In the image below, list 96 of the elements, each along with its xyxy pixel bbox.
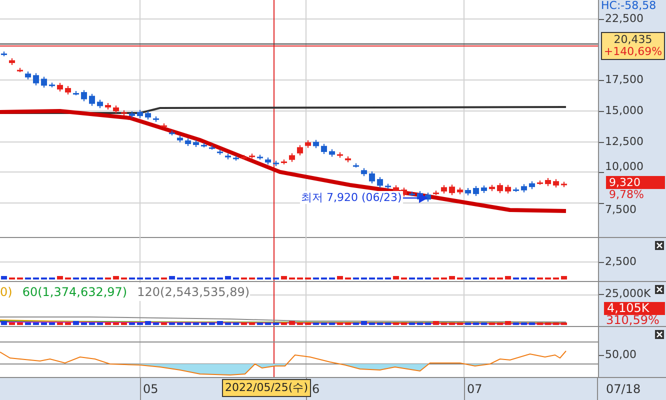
candlestick xyxy=(465,187,471,196)
candlestick xyxy=(41,76,47,88)
candlestick xyxy=(545,178,551,187)
axis-label: 22,500 xyxy=(605,12,644,26)
candlestick xyxy=(353,162,359,168)
axis-label: 17,500 xyxy=(605,73,644,87)
candlestick xyxy=(201,142,207,148)
candlestick xyxy=(89,93,95,106)
candlestick xyxy=(409,191,415,197)
candlestick xyxy=(1,51,7,57)
candlestick xyxy=(385,183,391,190)
candlestick xyxy=(9,58,15,66)
moving-average-legend: 60(1,374,632,97) xyxy=(22,283,128,301)
moving-average-legend: 0) xyxy=(0,283,12,301)
axis-label: 2,500 xyxy=(605,255,636,269)
candlestick xyxy=(361,168,367,177)
candlestick xyxy=(505,184,511,194)
candlestick xyxy=(481,184,487,194)
candlestick xyxy=(81,90,87,102)
candlestick xyxy=(161,122,167,128)
candlestick xyxy=(337,152,343,158)
candlestick xyxy=(25,71,31,80)
last-volume-tag: 4,105K xyxy=(604,302,665,315)
candlestick xyxy=(553,178,559,188)
candlestick xyxy=(209,144,215,150)
indicator-header: HC:-58,58 xyxy=(601,0,656,12)
candlestick xyxy=(377,176,383,188)
axis-label: 15,000 xyxy=(605,104,644,118)
candlestick xyxy=(489,184,495,192)
candlestick xyxy=(249,153,255,159)
high-price: 20,435 xyxy=(614,34,652,46)
last-price-tag: 9,320 xyxy=(606,176,665,189)
candlestick xyxy=(233,155,239,162)
candlestick xyxy=(289,152,295,162)
candlestick xyxy=(313,139,319,149)
candlestick xyxy=(529,180,535,190)
candlestick xyxy=(273,160,279,167)
high-change: +140,69% xyxy=(604,46,662,58)
candlestick xyxy=(153,116,159,122)
close-icon[interactable] xyxy=(655,285,664,294)
candlestick xyxy=(305,140,311,148)
candlestick xyxy=(105,102,111,110)
candlestick xyxy=(537,180,543,186)
close-icon[interactable] xyxy=(655,330,664,339)
candlestick xyxy=(65,86,71,95)
candlestick xyxy=(521,184,527,193)
candlestick xyxy=(329,148,335,158)
candlestick xyxy=(281,159,287,165)
candlestick xyxy=(121,110,127,116)
candlestick xyxy=(217,149,223,156)
axis-label: 50,00 xyxy=(605,348,636,362)
candlestick xyxy=(193,140,199,148)
date-label: 07 xyxy=(467,381,482,398)
candlestick xyxy=(441,184,447,194)
candlestick xyxy=(257,154,263,160)
axis-label: 12,500 xyxy=(605,135,644,149)
candlestick xyxy=(33,72,39,86)
candlestick xyxy=(473,185,479,197)
candlestick xyxy=(17,67,23,73)
close-icon[interactable] xyxy=(655,241,664,250)
date-label: 6 xyxy=(312,381,320,398)
last-date-label: 07/18 xyxy=(606,381,641,398)
crosshair-date-label: 2022/05/25(수) xyxy=(222,379,311,397)
candlestick xyxy=(129,110,135,118)
candlestick xyxy=(449,184,455,196)
candlestick xyxy=(321,143,327,154)
candlestick xyxy=(97,99,103,109)
last-change: 9,78% xyxy=(609,189,644,201)
candlestick xyxy=(513,186,519,192)
low-price-annotation: 최저 7,920 (06/23) xyxy=(300,191,403,204)
candlestick xyxy=(57,82,63,92)
candlestick xyxy=(73,90,79,96)
candlestick xyxy=(433,190,439,196)
candlestick xyxy=(177,135,183,143)
candlestick xyxy=(241,154,247,160)
candlestick xyxy=(185,138,191,147)
date-label: 05 xyxy=(143,381,158,398)
axis-label: 7,500 xyxy=(605,203,636,217)
candlestick xyxy=(561,181,567,188)
candlestick xyxy=(113,104,119,114)
candlestick xyxy=(345,156,351,163)
candlestick xyxy=(145,110,151,120)
candlestick xyxy=(137,109,143,119)
candlestick xyxy=(457,187,463,195)
candlestick xyxy=(225,153,231,160)
candlestick xyxy=(297,144,303,156)
candlestick xyxy=(169,130,175,136)
candlestick xyxy=(49,82,55,88)
candlestick xyxy=(369,170,375,184)
arrow-icon xyxy=(400,193,428,203)
candlestick xyxy=(265,156,271,166)
moving-average-legend: 120(2,543,535,89) xyxy=(137,283,250,301)
axis-label: 10,000 xyxy=(605,160,644,174)
candlestick xyxy=(497,182,503,194)
volume-change: 310,59% xyxy=(606,314,660,326)
axis-label: 25,000K xyxy=(605,287,651,301)
